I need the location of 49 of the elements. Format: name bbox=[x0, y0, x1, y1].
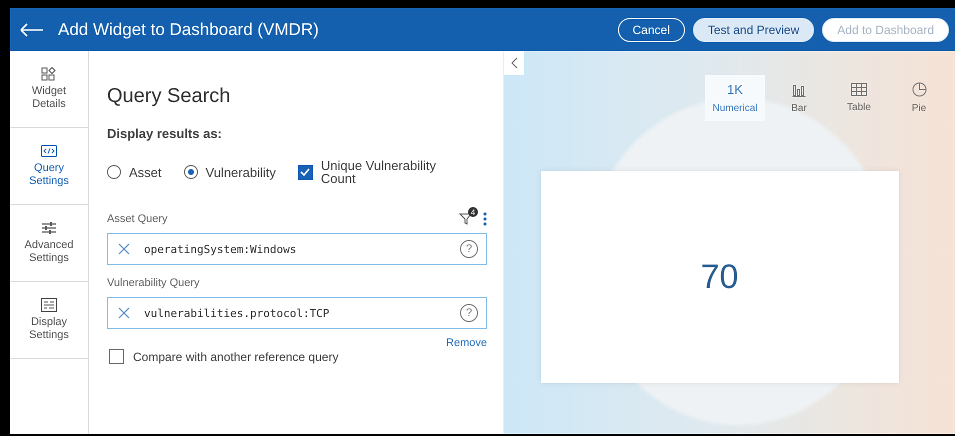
widgets-icon bbox=[41, 67, 57, 81]
clear-icon[interactable] bbox=[118, 307, 130, 319]
radio-button[interactable] bbox=[107, 165, 121, 179]
help-icon[interactable]: ? bbox=[460, 304, 478, 322]
back-arrow-icon[interactable] bbox=[20, 22, 44, 36]
clear-icon[interactable] bbox=[118, 243, 130, 255]
checkbox[interactable] bbox=[109, 349, 124, 364]
chart-type-tab[interactable]: Pie bbox=[893, 75, 945, 121]
checkbox[interactable] bbox=[298, 164, 313, 180]
header-button[interactable]: Test and Preview bbox=[692, 18, 814, 42]
help-icon[interactable]: ? bbox=[460, 240, 478, 258]
window-title: Add Widget to Dashboard (VMDR) bbox=[58, 20, 319, 40]
option-label: Vulnerability bbox=[206, 164, 276, 180]
option-label: Unique Vulnerability Count bbox=[320, 159, 437, 185]
chart-type-tab[interactable]: Bar bbox=[773, 75, 825, 121]
header-button[interactable]: Cancel bbox=[618, 18, 685, 42]
display-results-label: Display results as: bbox=[107, 126, 223, 141]
checkmark-icon bbox=[300, 168, 310, 176]
metric-value: 70 bbox=[700, 258, 738, 296]
collapse-button[interactable] bbox=[504, 51, 524, 75]
pie-chart-icon bbox=[912, 82, 926, 97]
sidebar-item[interactable]: Widget Details bbox=[10, 51, 88, 128]
filter-icon[interactable] bbox=[459, 212, 473, 226]
table-icon bbox=[851, 83, 867, 96]
sidebar-item[interactable]: Display Settings bbox=[10, 282, 88, 359]
radio-button[interactable] bbox=[184, 165, 198, 179]
sidebar-item[interactable]: Query Settings bbox=[10, 128, 88, 205]
sidebar-item[interactable]: Advanced Settings bbox=[10, 205, 88, 282]
more-options-icon[interactable] bbox=[483, 212, 487, 226]
filter-count-badge: 4 bbox=[468, 207, 478, 217]
query-label: Vulnerability Query bbox=[107, 277, 200, 289]
sliders-icon bbox=[41, 221, 57, 235]
option-label: Compare with another reference query bbox=[133, 350, 338, 364]
option-label: Asset bbox=[129, 164, 162, 180]
code-icon bbox=[41, 144, 57, 158]
bar-chart-icon bbox=[792, 82, 806, 96]
radio-option[interactable]: Vulnerability bbox=[184, 164, 276, 180]
query-label: Asset Query bbox=[107, 213, 168, 225]
remove-link[interactable]: Remove bbox=[446, 337, 487, 349]
radio-option[interactable]: Asset bbox=[107, 164, 162, 180]
section-title: Query Search bbox=[107, 85, 232, 108]
query-field[interactable]: operatingSystem:Windows ? bbox=[107, 233, 487, 265]
query-field[interactable]: vulnerabilities.protocol:TCP ? bbox=[107, 297, 487, 329]
chart-type-tab[interactable]: Table bbox=[833, 75, 885, 121]
display-settings-icon bbox=[41, 298, 57, 312]
checkbox-option[interactable]: Unique Vulnerability Count bbox=[298, 159, 441, 185]
compare-option[interactable]: Compare with another reference query bbox=[109, 349, 487, 364]
chevron-left-icon bbox=[510, 57, 518, 69]
chart-type-tab[interactable]: 1K Numerical bbox=[705, 75, 765, 121]
